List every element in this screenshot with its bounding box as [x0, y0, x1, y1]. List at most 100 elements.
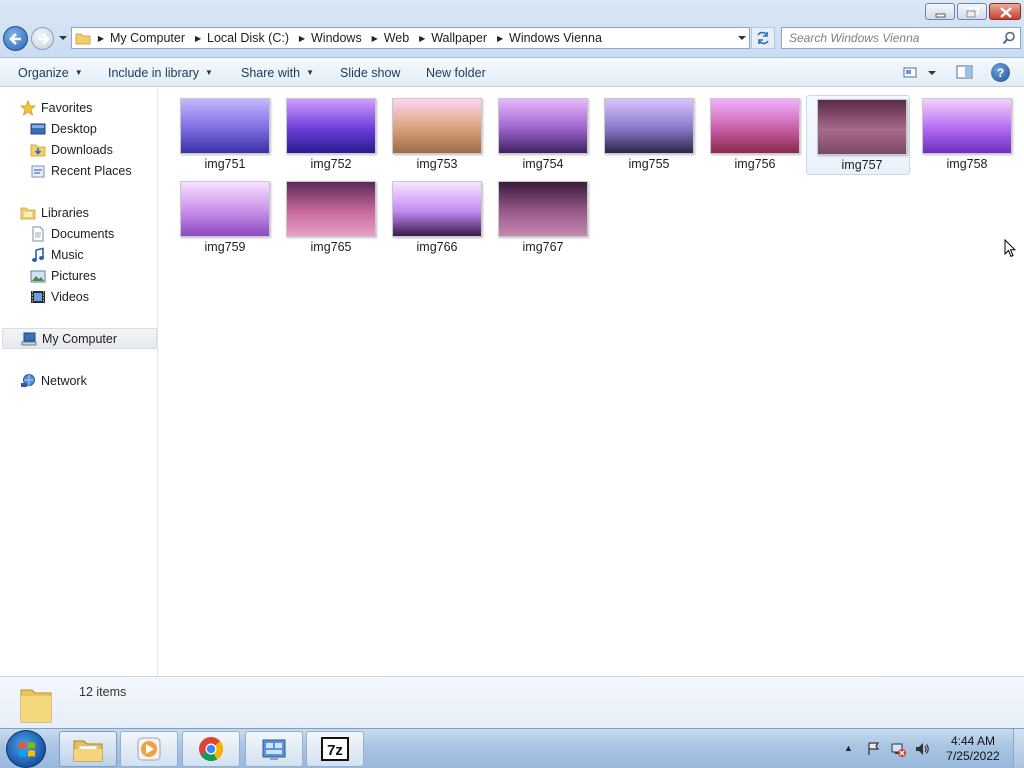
media-player-icon — [137, 737, 161, 761]
file-item[interactable]: img755 — [594, 95, 698, 175]
share-with-menu[interactable]: Share with ▼ — [241, 64, 314, 81]
show-hidden-icons-button[interactable]: ▲ — [844, 743, 853, 753]
minimize-button[interactable] — [925, 3, 955, 20]
nav-videos-label: Videos — [51, 289, 89, 304]
file-name: img767 — [522, 240, 564, 254]
file-item[interactable]: img754 — [488, 95, 592, 175]
file-item[interactable]: img751 — [170, 95, 274, 175]
action-center-icon[interactable] — [866, 741, 882, 757]
svg-text:7z: 7z — [327, 742, 343, 759]
new-folder-label: New folder — [426, 65, 486, 80]
nav-libraries[interactable]: Libraries — [0, 202, 157, 223]
details-pane: 12 items — [0, 676, 1024, 728]
folder-icon — [72, 28, 94, 48]
image-thumbnail — [286, 181, 376, 237]
file-item[interactable]: img753 — [382, 95, 486, 175]
nav-my-computer-label: My Computer — [42, 331, 118, 346]
chevron-down-icon: ▼ — [205, 68, 213, 77]
refresh-button[interactable] — [751, 27, 775, 49]
forward-button[interactable] — [31, 27, 54, 50]
nav-downloads[interactable]: Downloads — [0, 139, 157, 160]
search-input[interactable] — [782, 28, 992, 48]
show-desktop-button[interactable] — [1013, 729, 1024, 768]
search-box[interactable] — [781, 27, 1021, 49]
downloads-folder-icon — [30, 144, 46, 156]
nav-network-label: Network — [41, 373, 87, 388]
taskbar-explorer[interactable] — [59, 731, 117, 767]
start-button[interactable] — [6, 730, 46, 768]
breadcrumb-local-disk[interactable]: ▶ Local Disk (C:) — [191, 28, 295, 48]
network-tray-icon[interactable] — [890, 741, 906, 757]
file-item[interactable]: img756 — [700, 95, 804, 175]
nav-desktop[interactable]: Desktop — [0, 118, 157, 139]
file-item[interactable]: img759 — [170, 178, 274, 258]
forward-arrow-icon — [38, 33, 50, 45]
address-bar[interactable]: ▶ My Computer ▶ Local Disk (C:) ▶ Windows ▶… — [71, 27, 750, 49]
slide-show-button[interactable]: Slide show — [340, 64, 400, 81]
taskbar: 7z ▲ 4:44 AM 7/25/2022 — [0, 728, 1024, 768]
file-name: img752 — [310, 157, 352, 171]
image-thumbnail — [392, 98, 482, 154]
nav-my-computer[interactable]: My Computer — [2, 328, 157, 349]
nav-pictures[interactable]: Pictures — [0, 265, 157, 286]
nav-documents-label: Documents — [51, 226, 115, 241]
file-name: img755 — [628, 157, 670, 171]
pictures-icon — [30, 270, 46, 282]
image-thumbnail — [498, 98, 588, 154]
nav-network[interactable]: Network — [0, 370, 157, 391]
breadcrumb-my-computer[interactable]: ▶ My Computer — [94, 28, 191, 48]
file-item[interactable]: img766 — [382, 178, 486, 258]
volume-icon[interactable] — [914, 741, 930, 757]
computer-icon — [21, 332, 37, 345]
nav-libraries-label: Libraries — [41, 205, 89, 220]
nav-recent-places[interactable]: Recent Places — [0, 160, 157, 181]
file-name: img765 — [310, 240, 352, 254]
file-item[interactable]: img752 — [276, 95, 380, 175]
preview-pane-button[interactable] — [955, 63, 975, 82]
refresh-icon — [757, 31, 769, 45]
clock[interactable]: 4:44 AM 7/25/2022 — [940, 734, 1006, 764]
breadcrumb-windows[interactable]: ▶ Windows — [295, 28, 368, 48]
file-item[interactable]: img765 — [276, 178, 380, 258]
file-item[interactable]: img758 — [912, 95, 1016, 175]
nav-music[interactable]: Music — [0, 244, 157, 265]
explorer-folder-icon — [73, 740, 103, 762]
back-button[interactable] — [3, 26, 28, 51]
nav-videos[interactable]: Videos — [0, 286, 157, 307]
new-folder-button[interactable]: New folder — [426, 64, 486, 81]
image-thumbnail — [392, 181, 482, 237]
navigation-pane: Favorites Desktop Downloads Recent Place… — [0, 88, 158, 675]
chrome-icon — [199, 737, 224, 762]
libraries-icon — [20, 207, 36, 219]
breadcrumb-web[interactable]: ▶ Web — [368, 28, 415, 48]
breadcrumb-wallpaper[interactable]: ▶ Wallpaper — [415, 28, 493, 48]
organize-menu[interactable]: Organize ▼ — [18, 64, 83, 81]
help-button[interactable]: ? — [991, 63, 1010, 82]
address-dropdown-icon[interactable] — [737, 32, 747, 44]
close-button[interactable] — [989, 3, 1021, 20]
restore-button[interactable] — [957, 3, 987, 20]
image-thumbnail — [922, 98, 1012, 154]
taskbar-7zip[interactable]: 7z — [306, 731, 364, 767]
recent-pages-button[interactable] — [57, 30, 69, 46]
taskbar-control-panel[interactable] — [245, 731, 303, 767]
nav-favorites[interactable]: Favorites — [0, 97, 157, 118]
search-icon[interactable] — [1002, 31, 1016, 45]
slide-show-label: Slide show — [340, 65, 401, 80]
file-item[interactable]: img757 — [806, 95, 910, 175]
clock-time: 4:44 AM — [950, 734, 996, 748]
file-item[interactable]: img767 — [488, 178, 592, 258]
nav-favorites-label: Favorites — [41, 100, 93, 115]
nav-documents[interactable]: Documents — [0, 223, 157, 244]
taskbar-media-player[interactable] — [120, 731, 178, 767]
file-name: img759 — [204, 240, 246, 254]
file-name: img751 — [204, 157, 246, 171]
clock-date: 7/25/2022 — [946, 749, 1000, 763]
breadcrumb-windows-vienna[interactable]: ▶ Windows Vienna — [493, 28, 608, 48]
taskbar-chrome[interactable] — [182, 731, 240, 767]
change-view-button[interactable] — [901, 64, 941, 82]
organize-label: Organize — [18, 65, 69, 80]
nav-pictures-label: Pictures — [51, 268, 97, 283]
include-in-library-menu[interactable]: Include in library ▼ — [108, 64, 213, 81]
file-name: img758 — [946, 157, 988, 171]
